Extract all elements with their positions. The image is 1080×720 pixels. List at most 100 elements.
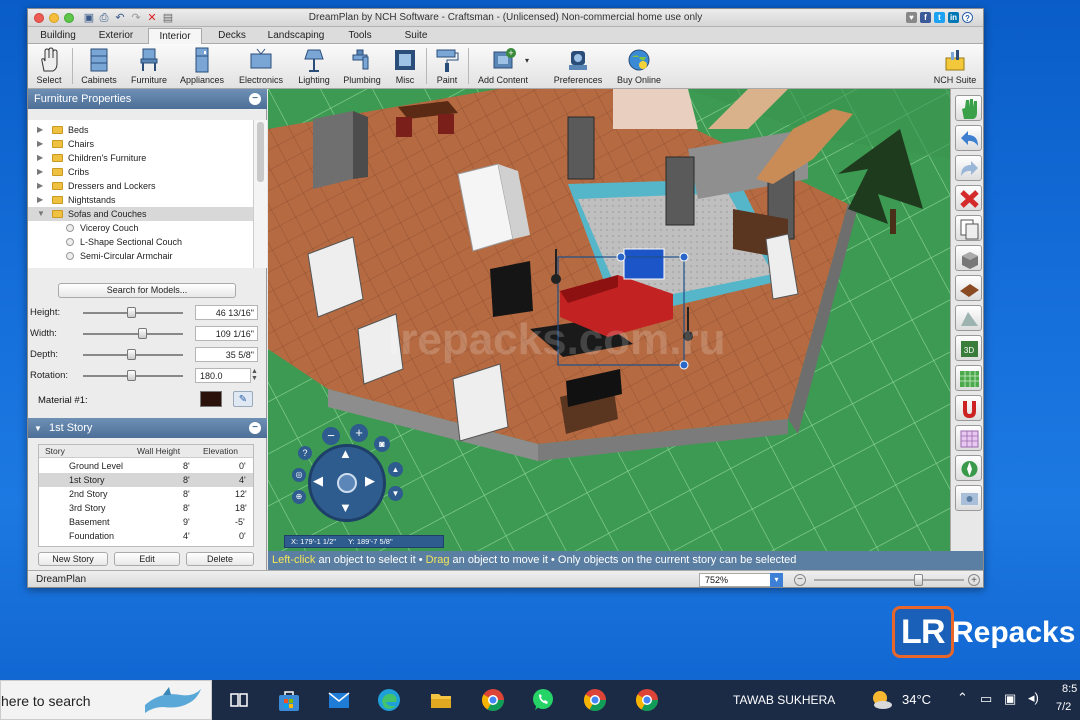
misc-tool[interactable]: Misc <box>390 47 420 87</box>
expand-arrow-icon[interactable]: ▶ <box>37 165 43 179</box>
zoom-dropdown-icon[interactable]: ▾ <box>770 573 783 587</box>
rotation-spinner[interactable]: ▲ ▼ <box>251 368 259 383</box>
volume-icon[interactable]: ◂) <box>1028 690 1039 706</box>
block-button[interactable] <box>955 245 982 271</box>
copy-button[interactable] <box>955 215 982 241</box>
collapse-arrow-icon[interactable]: ▼ <box>34 424 42 433</box>
view-3d-button[interactable]: 3D <box>955 335 982 361</box>
zoom-in-icon[interactable]: + <box>968 574 980 586</box>
weather-sun-icon[interactable] <box>868 688 894 712</box>
help-nav-icon[interactable]: ? <box>298 446 312 460</box>
undo-button[interactable] <box>955 125 982 151</box>
thumbs-up-icon[interactable]: ♥ <box>906 12 917 23</box>
edit-story-button[interactable]: Edit <box>114 552 180 566</box>
chrome-icon[interactable] <box>480 687 506 713</box>
tree-item-beds[interactable]: ▶ Beds <box>28 123 253 137</box>
width-slider[interactable] <box>83 333 183 335</box>
eyedropper-icon[interactable]: ✎ <box>233 391 253 407</box>
collapse-icon[interactable]: − <box>249 422 261 434</box>
task-view-icon[interactable] <box>226 687 252 713</box>
texture-button[interactable] <box>955 275 982 301</box>
nch-suite-tool[interactable]: NCH Suite <box>930 47 980 87</box>
add-content-tool[interactable]: + Add Content <box>472 47 534 87</box>
clock-time[interactable]: 8:5 <box>1062 683 1077 695</box>
expand-arrow-icon[interactable]: ▶ <box>37 179 43 193</box>
up-arrow-icon[interactable]: ▲ <box>339 446 352 461</box>
collapse-arrow-icon[interactable]: ▼ <box>37 207 45 221</box>
rotation-field[interactable]: 180.0 <box>195 368 251 383</box>
temperature[interactable]: 34°C <box>902 692 931 707</box>
height-slider-knob[interactable] <box>127 307 136 318</box>
tab-interior[interactable]: Interior <box>148 28 202 44</box>
store-icon[interactable] <box>276 687 302 713</box>
photo-button[interactable] <box>955 485 982 511</box>
buy-online-tool[interactable]: Buy Online <box>612 47 666 87</box>
expand-arrow-icon[interactable]: ▶ <box>37 137 43 151</box>
zoom-out-icon[interactable]: − <box>794 574 806 586</box>
tab-suite[interactable]: Suite <box>396 28 436 44</box>
chrome-icon[interactable] <box>582 687 608 713</box>
compass-button[interactable] <box>955 455 982 481</box>
delete-button[interactable] <box>955 185 982 211</box>
right-arrow-icon[interactable]: ▶ <box>365 473 375 489</box>
tab-tools[interactable]: Tools <box>340 28 380 44</box>
height-field[interactable]: 46 13/16" <box>195 305 258 320</box>
table-row[interactable]: 3rd Story 8' 18' <box>39 501 253 515</box>
table-row[interactable]: Basement 9' -5' <box>39 515 253 529</box>
twitter-icon[interactable]: t <box>934 12 945 23</box>
facebook-icon[interactable]: f <box>920 12 931 23</box>
tree-item-dressers[interactable]: ▶ Dressers and Lockers <box>28 179 253 193</box>
material-swatch[interactable] <box>200 391 222 407</box>
taskbar-search[interactable]: here to search <box>0 680 212 720</box>
chevron-up-icon[interactable]: ⌃ <box>957 690 968 706</box>
tab-exterior[interactable]: Exterior <box>90 28 142 44</box>
center-button[interactable] <box>337 473 357 493</box>
select-tool[interactable]: Select <box>32 47 66 87</box>
electronics-tool[interactable]: Electronics <box>234 47 288 87</box>
camera-icon[interactable]: ◙ <box>374 436 390 452</box>
tab-building[interactable]: Building <box>33 28 83 44</box>
orbit-icon[interactable]: ⊕ <box>292 490 306 504</box>
help-icon[interactable]: ? <box>962 12 973 23</box>
table-row[interactable]: Ground Level 8' 0' <box>39 459 253 473</box>
depth-slider-knob[interactable] <box>127 349 136 360</box>
preferences-tool[interactable]: Preferences <box>548 47 608 87</box>
table-row[interactable]: 2nd Story 8' 12' <box>39 487 253 501</box>
tab-decks[interactable]: Decks <box>210 28 254 44</box>
terrain-button[interactable] <box>955 305 982 331</box>
rotation-slider-knob[interactable] <box>127 370 136 381</box>
lighting-tool[interactable]: Lighting <box>294 47 334 87</box>
tree-item-childrens-furniture[interactable]: ▶ Children's Furniture <box>28 151 253 165</box>
calendar-button[interactable] <box>955 425 982 451</box>
user-name[interactable]: TAWAB SUKHERA <box>733 693 835 707</box>
width-slider-knob[interactable] <box>138 328 147 339</box>
depth-field[interactable]: 35 5/8" <box>195 347 258 362</box>
rotate-icon[interactable]: ◎ <box>292 468 306 482</box>
edge-icon[interactable] <box>376 687 402 713</box>
tilt-down-icon[interactable]: ▼ <box>388 486 403 501</box>
expand-arrow-icon[interactable]: ▶ <box>37 193 43 207</box>
paint-tool[interactable]: Paint <box>430 47 464 87</box>
delete-story-button[interactable]: Delete <box>186 552 254 566</box>
width-field[interactable]: 109 1/16" <box>195 326 258 341</box>
model-item[interactable]: Viceroy Couch <box>28 221 253 235</box>
cabinets-tool[interactable]: Cabinets <box>76 47 122 87</box>
left-arrow-icon[interactable]: ◀ <box>313 473 323 489</box>
table-row[interactable]: Foundation 4' 0' <box>39 529 253 543</box>
tilt-up-icon[interactable]: ▲ <box>388 462 403 477</box>
tree-scrollbar[interactable] <box>253 120 267 268</box>
tab-landscaping[interactable]: Landscaping <box>260 28 332 44</box>
zoom-slider-knob[interactable] <box>914 574 923 586</box>
mail-icon[interactable] <box>326 687 352 713</box>
magnet-button[interactable] <box>955 395 982 421</box>
redo-button[interactable] <box>955 155 982 181</box>
dropdown-arrow-icon[interactable]: ▾ <box>525 56 529 65</box>
tree-item-cribs[interactable]: ▶ Cribs <box>28 165 253 179</box>
furniture-tool[interactable]: Furniture <box>126 47 172 87</box>
model-item[interactable]: Semi-Circular Armchair <box>28 249 253 263</box>
grid-button[interactable] <box>955 365 982 391</box>
column-header[interactable]: Wall Height <box>131 445 195 458</box>
3d-viewport[interactable]: lrepacks.com.ru ▲ ▼ ◀ ▶ ? − + ◙ ▲ ▼ ◎ ⊕ … <box>268 89 950 551</box>
clock-date[interactable]: 7/2 <box>1056 701 1071 713</box>
linkedin-icon[interactable]: in <box>948 12 959 23</box>
